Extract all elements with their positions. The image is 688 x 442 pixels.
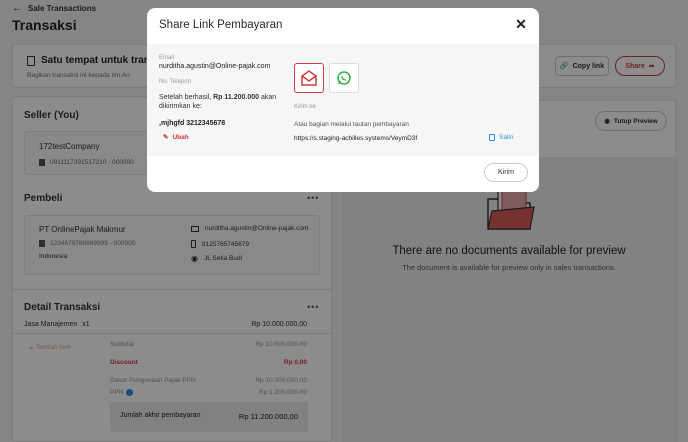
copy-icon xyxy=(489,134,495,141)
whatsapp-icon xyxy=(337,71,351,85)
link-hint: Atau bagian melalui tautan pembayaran xyxy=(294,121,409,128)
modal-title: Share Link Pembayaran xyxy=(159,19,283,31)
whatsapp-share-button[interactable] xyxy=(329,63,359,93)
copy-label: Salin xyxy=(499,134,514,141)
delivery-note-text-2: akan xyxy=(261,94,277,101)
delivery-note: Setelah berhasil, Rp 11.200.000 akan dik… xyxy=(159,93,289,111)
recipient: ,mjhgfd 3212345678 xyxy=(159,120,226,127)
email-value: nurditha.agustin@Online-pajak.com xyxy=(159,63,271,70)
send-button[interactable]: Kirim xyxy=(484,163,528,182)
email-share-button[interactable] xyxy=(294,63,324,93)
email-open-icon xyxy=(301,70,317,86)
delivery-amount: Rp 11.200.000 xyxy=(213,94,260,101)
pencil-icon: ✎ xyxy=(163,134,169,141)
phone-label: No. Telepon xyxy=(159,79,191,85)
edit-button[interactable]: ✎ Ubah xyxy=(163,133,189,142)
payment-link[interactable]: https://s.staging-achilles.systems/VeymD… xyxy=(294,135,417,142)
edit-label: Ubah xyxy=(172,133,189,141)
close-icon[interactable]: ✕ xyxy=(514,17,528,31)
modal-body: Email nurditha.agustin@Online-pajak.com … xyxy=(147,44,539,156)
delivery-note-text-3: dikirimkan ke: xyxy=(159,103,202,110)
delivery-note-text-1: Setelah berhasil, xyxy=(159,94,212,101)
email-label: Email xyxy=(159,55,175,61)
share-link-modal: Share Link Pembayaran ✕ Email nurditha.a… xyxy=(147,8,539,192)
send-to-label: Kirim ke xyxy=(294,104,316,110)
copy-link-small-button[interactable]: Salin xyxy=(489,134,513,141)
